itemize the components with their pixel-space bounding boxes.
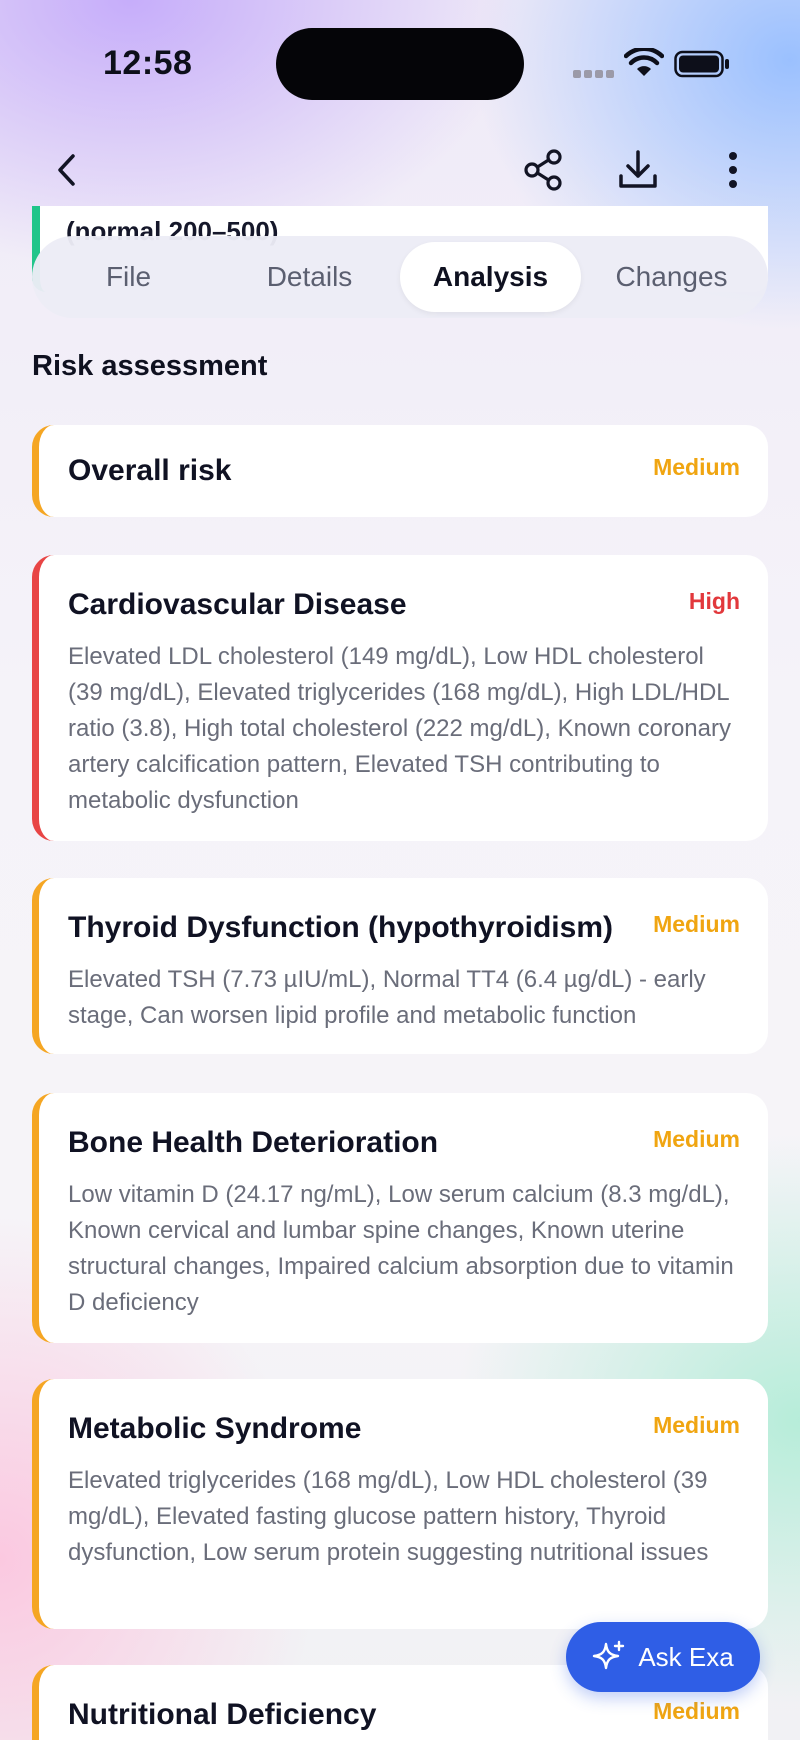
download-icon <box>619 150 657 188</box>
risk-name: Metabolic Syndrome <box>68 1412 362 1445</box>
cellular-signal-icon <box>573 70 614 78</box>
risk-name: Nutritional Deficiency <box>68 1698 377 1731</box>
risk-description: Elevated TSH (7.73 µIU/mL), Normal TT4 (… <box>68 966 706 1029</box>
ask-exa-button[interactable]: Ask Exa <box>566 1622 760 1692</box>
back-button[interactable] <box>42 142 90 198</box>
ask-exa-label: Ask Exa <box>638 1641 734 1672</box>
risk-level-badge: Medium <box>653 1698 740 1724</box>
sparkle-icon <box>593 1640 625 1670</box>
section-title: Risk assessment <box>32 350 268 382</box>
status-time: 12:58 <box>103 44 193 82</box>
tab-analysis[interactable]: Analysis <box>400 242 581 312</box>
download-button[interactable] <box>610 142 666 198</box>
risk-card-cardiovascular[interactable]: Cardiovascular Disease High Elevated LDL… <box>32 555 768 841</box>
risk-description: Low vitamin D (24.17 ng/mL), Low serum c… <box>68 1181 734 1316</box>
risk-name: Overall risk <box>68 454 232 487</box>
tab-details[interactable]: Details <box>219 242 400 312</box>
tab-bar: File Details Analysis Changes <box>32 236 768 318</box>
risk-card-thyroid[interactable]: Thyroid Dysfunction (hypothyroidism) Med… <box>32 878 768 1054</box>
share-button[interactable] <box>516 142 572 198</box>
risk-level-badge: High <box>688 588 740 614</box>
risk-description: Elevated triglycerides (168 mg/dL), Low … <box>68 1467 709 1566</box>
dynamic-island <box>276 28 524 100</box>
share-icon <box>524 149 562 191</box>
risk-level-badge: Medium <box>653 1126 740 1152</box>
tab-file[interactable]: File <box>38 242 219 312</box>
battery-icon <box>674 50 729 78</box>
risk-name: Bone Health Deterioration <box>68 1126 439 1159</box>
tab-changes[interactable]: Changes <box>581 242 762 312</box>
risk-description: Elevated LDL cholesterol (149 mg/dL), Lo… <box>68 643 731 814</box>
risk-level-badge: Medium <box>653 1412 740 1438</box>
back-chevron-icon <box>58 154 75 186</box>
more-vertical-icon <box>729 152 737 188</box>
risk-card-bone-health[interactable]: Bone Health Deterioration Medium Low vit… <box>32 1093 768 1343</box>
risk-level-badge: Medium <box>653 454 740 480</box>
risk-level-badge: Medium <box>653 911 740 937</box>
risk-name: Cardiovascular Disease <box>68 588 407 621</box>
more-options-button[interactable] <box>708 142 758 198</box>
risk-card-overall[interactable]: Overall risk Medium <box>32 425 768 517</box>
risk-card-metabolic[interactable]: Metabolic Syndrome Medium Elevated trigl… <box>32 1379 768 1629</box>
wifi-icon <box>624 48 664 76</box>
risk-name: Thyroid Dysfunction (hypothyroidism) <box>68 911 613 944</box>
